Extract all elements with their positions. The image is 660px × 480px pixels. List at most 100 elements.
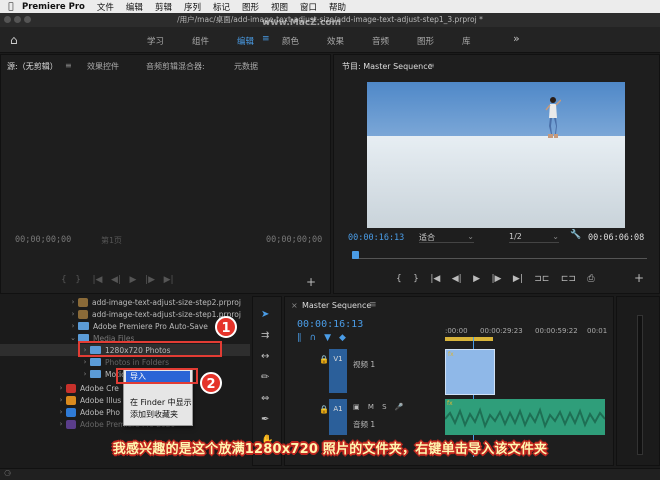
timeline-options-icons[interactable]: ∥∩▼◆ [297,333,354,343]
audio-track-controls[interactable]: ▣ M S 🎤 [353,403,407,411]
list-item-label: Adobe Premiere Pro Auto-Save [93,321,208,331]
expand-arrow-icon[interactable]: › [80,370,90,378]
list-item[interactable]: › add-image-text-adjust-size-step1.prproj [0,308,250,320]
sequence-tab[interactable]: Master Sequence [302,301,371,310]
list-item-label: Photos in Folders [105,357,169,367]
fx-badge: fx [448,351,454,358]
program-time-ruler[interactable] [352,251,647,259]
more-workspaces-icon[interactable]: » [513,32,520,45]
menu-graphics[interactable]: 图形 [242,1,259,13]
program-timecode-duration: 00:06:06:08 [588,233,645,243]
folder-icon [90,370,101,378]
source-add-button-icon[interactable]: + [306,275,316,289]
menu-file[interactable]: 文件 [97,1,114,13]
program-timecode-current[interactable]: 00:00:16:13 [348,233,404,243]
ruler-label-2: 00:00:59:22 [535,327,578,335]
status-bar: ⚆ [0,468,660,480]
menu-clip[interactable]: 剪辑 [155,1,172,13]
expand-arrow-icon[interactable]: › [68,298,78,306]
track-name-a1: 音频 1 [353,420,376,429]
folder-icon [78,322,89,330]
apple-icon[interactable]:  [0,2,22,12]
timeline-menu-icon[interactable]: ≡ [369,300,377,310]
video-sand-dune [367,136,625,228]
list-item[interactable]: › Photos in Folders [0,356,250,368]
close-icon[interactable]: × [291,301,298,310]
menu-window[interactable]: 窗口 [300,1,317,13]
program-transport-controls[interactable]: { } |◀ ◀| ▶ |▶ ▶| ⊐⊏ ⊏⊐ ⎙ [396,274,595,284]
expand-arrow-icon[interactable]: › [56,420,66,428]
home-icon[interactable]: ⌂ [10,33,18,47]
premiere-project-icon [78,309,88,319]
audio-clip[interactable]: fx [445,399,605,435]
workspace-tab-editing[interactable]: 编辑 [237,35,254,47]
work-area-bar[interactable] [445,337,493,341]
expand-arrow-icon[interactable]: › [80,358,90,366]
video-person [545,97,561,138]
menu-help[interactable]: 帮助 [329,1,346,13]
track-target-v1[interactable]: V1 [329,349,347,393]
slip-tool-icon[interactable]: ⇔ [261,393,269,404]
illustrator-icon [66,395,76,405]
selection-tool-icon[interactable]: ➤ [261,309,269,320]
menu-view[interactable]: 视图 [271,1,288,13]
pen-tool-icon[interactable]: ✒ [261,414,269,425]
workspace-tab-graphics[interactable]: 图形 [417,35,434,47]
fit-select[interactable]: 适合 ⌄ [419,232,474,243]
premiere-project-icon [78,297,88,307]
audio-waveform [445,407,605,429]
tab-effect-controls[interactable]: 效果控件 [87,61,119,72]
program-panel-menu-icon[interactable]: ≡ [428,61,435,70]
tab-metadata[interactable]: 元数据 [234,61,258,72]
highlight-box [116,368,198,384]
program-add-button-icon[interactable]: + [634,271,644,285]
track-select-tool-icon[interactable]: ⇉ [261,330,269,341]
timeline-timecode[interactable]: 00:00:16:13 [297,319,363,330]
resolution-select[interactable]: 1/2 ⌄ [509,232,559,243]
window-controls[interactable] [4,16,31,23]
list-item[interactable]: › add-image-text-adjust-size-step2.prproj [0,296,250,308]
wrench-icon[interactable]: 🔧 [570,230,581,240]
track-name-v1: 视频 1 [353,360,376,369]
playhead[interactable] [352,251,359,259]
folder-icon [90,358,101,366]
lock-icon[interactable]: 🔒 [319,405,329,414]
list-item-label: add-image-text-adjust-size-step2.prproj [92,297,241,307]
track-target-a1[interactable]: A1 [329,399,347,435]
program-title[interactable]: 节目: Master Sequence [342,61,433,72]
razor-tool-icon[interactable]: ✏ [261,372,269,383]
menu-marker[interactable]: 标记 [213,1,230,13]
list-item-label: Adobe Pho [80,407,120,417]
creative-cloud-icon [66,383,76,393]
menu-edit[interactable]: 编辑 [126,1,143,13]
video-sky [367,82,625,140]
workspace-tab-assembly[interactable]: 组件 [192,35,209,47]
workspace-tab-effects[interactable]: 效果 [327,35,344,47]
expand-arrow-icon[interactable]: › [56,408,66,416]
list-item[interactable]: › Adobe Premiere Pro Auto-Save [0,320,250,332]
panel-menu-icon[interactable]: ≡ [65,61,72,70]
workspace-tab-color[interactable]: 颜色 [282,35,299,47]
lock-icon[interactable]: 🔒 [319,355,329,364]
expand-arrow-icon[interactable]: › [56,384,66,392]
context-menu-add-to-favorites[interactable]: 添加到收藏夹 [130,409,178,420]
context-menu-reveal-in-finder[interactable]: 在 Finder 中显示 [130,397,192,408]
app-menu[interactable]: Premiere Pro [22,2,85,12]
menu-sequence[interactable]: 序列 [184,1,201,13]
tab-audio-clip-mixer[interactable]: 音频剪辑混合器: [146,61,205,72]
workspace-tab-learn[interactable]: 学习 [147,35,164,47]
source-monitor-panel: 源:（无剪辑） ≡ 效果控件 音频剪辑混合器: 元数据 00;00;00;00 … [0,54,331,294]
workspace-tab-libraries[interactable]: 库 [462,35,471,47]
expand-arrow-icon[interactable]: ⌄ [68,334,78,342]
source-timecode-current[interactable]: 00;00;00;00 [15,235,71,245]
tab-source[interactable]: 源:（无剪辑） [7,61,58,72]
expand-arrow-icon[interactable]: › [68,310,78,318]
highlight-box [78,341,222,357]
ripple-edit-tool-icon[interactable]: ↔ [261,351,269,362]
workspace-tab-audio[interactable]: 音频 [372,35,389,47]
video-clip[interactable]: fx [445,349,495,395]
expand-arrow-icon[interactable]: › [56,396,66,404]
source-transport-controls[interactable]: { } |◀ ◀| ▶ |▶ ▶| [61,275,174,285]
expand-arrow-icon[interactable]: › [68,322,78,330]
workspace-menu-icon[interactable]: ≡ [262,34,270,44]
